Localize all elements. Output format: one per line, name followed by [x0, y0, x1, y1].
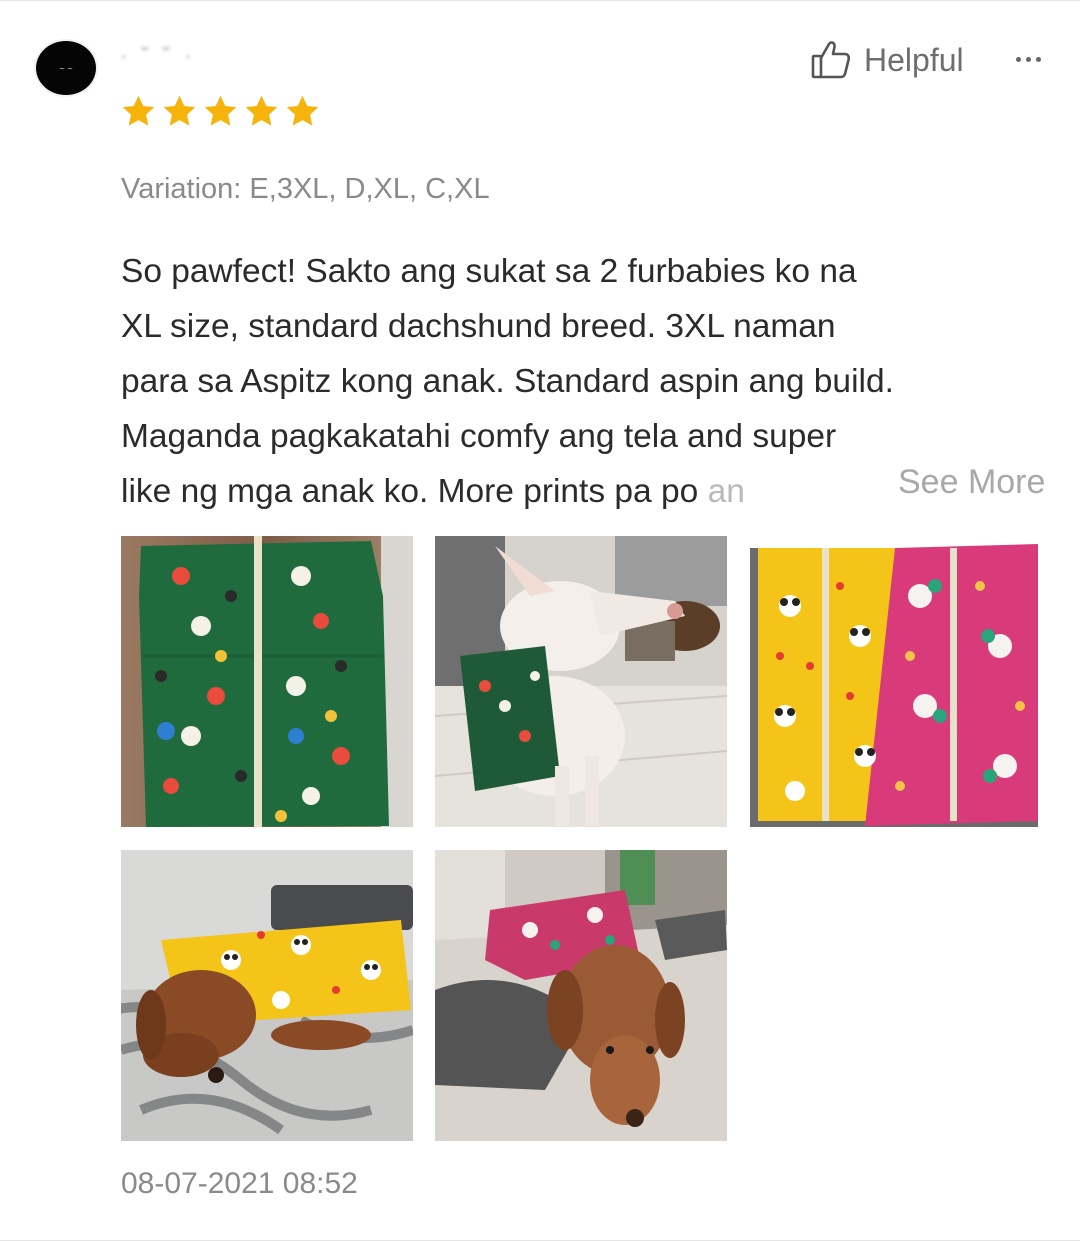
more-options-icon[interactable]	[1008, 41, 1048, 77]
thumbs-up-icon	[811, 41, 851, 79]
reviewer-username: · ˘ ˘ ·	[120, 43, 196, 68]
green-cartoon-pajama-photo[interactable]	[121, 536, 413, 827]
star-icon	[286, 95, 319, 126]
review-text-faded-tail: an	[707, 473, 745, 510]
star-rating	[120, 93, 321, 130]
star-icon	[122, 95, 155, 126]
review-text-line: para sa Aspitz kong anak. Standard aspin…	[121, 363, 894, 400]
yellow-and-pink-pajamas-photo[interactable]	[750, 536, 1042, 827]
svg-text:~ ~: ~ ~	[59, 65, 73, 73]
helpful-button[interactable]: Helpful	[810, 35, 964, 85]
variation-label: Variation: E,3XL, D,XL, C,XL	[121, 173, 490, 205]
white-dog-in-green-pajama-photo[interactable]	[435, 536, 727, 827]
helpful-label: Helpful	[864, 41, 964, 78]
star-icon	[245, 95, 278, 126]
review-text-line: So pawfect! Sakto ang sukat sa 2 furbabi…	[121, 253, 857, 290]
see-more-link[interactable]: See More	[876, 463, 1046, 502]
star-icon	[204, 95, 237, 126]
review-text-line: Maganda pagkakatahi comfy ang tela and s…	[121, 418, 837, 455]
review-text-line: XL size, standard dachshund breed. 3XL n…	[121, 308, 836, 345]
avatar[interactable]: ~ ~	[34, 39, 98, 97]
star-icon	[163, 95, 196, 126]
dachshund-yellow-pajama-photo[interactable]	[121, 850, 413, 1141]
review-card: ~ ~ · ˘ ˘ · Helpful Variation: E,3XL, D,…	[0, 0, 1080, 1241]
review-timestamp: 08-07-2021 08:52	[121, 1167, 358, 1200]
dachshund-pink-pajama-photo[interactable]	[435, 850, 727, 1141]
